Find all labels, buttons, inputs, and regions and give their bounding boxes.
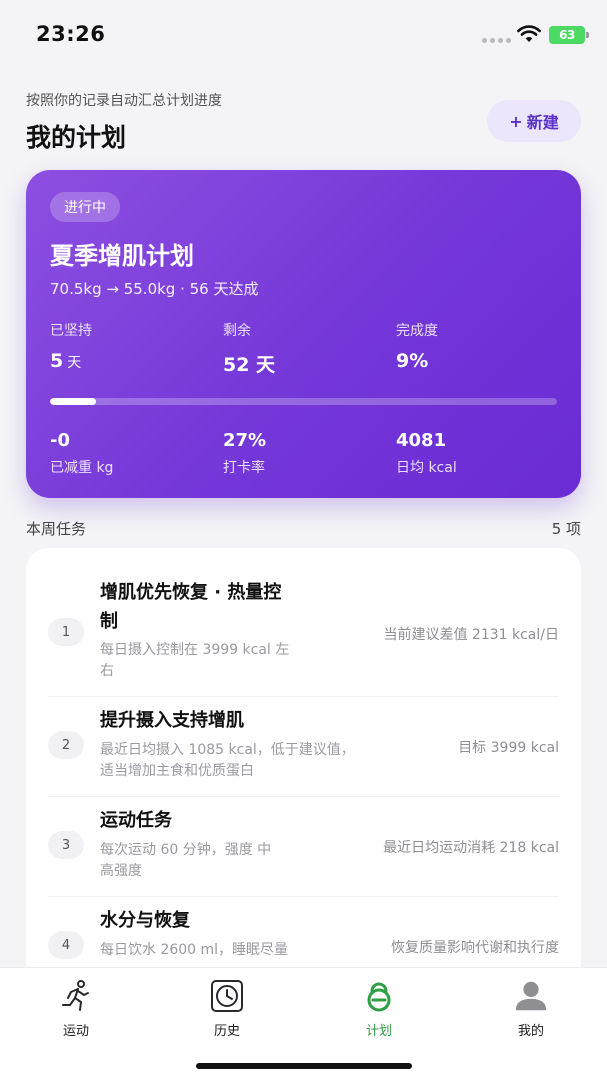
task-description: 每日摄入控制在 3999 kcal 左 右 (100, 642, 290, 679)
battery-level: 63 (559, 28, 575, 42)
page-title: 我的计划 (26, 123, 127, 152)
new-plan-label: 新建 (526, 113, 559, 132)
task-meta: 恢复质量影响代谢和执行度 (391, 940, 559, 956)
task-meta: 当前建议差值 2131 kcal/日 (383, 627, 559, 643)
stat-remaining: 剩余 52 天 (223, 320, 275, 377)
task-number: 3 (48, 831, 84, 859)
running-icon (58, 978, 94, 1014)
tab-label: 计划 (365, 1024, 392, 1039)
metric-value: -0 (50, 430, 70, 451)
metric-value: 27% (223, 430, 267, 451)
task-number: 4 (48, 931, 84, 959)
clock-icon (209, 978, 245, 1014)
task-description: 最近日均摄入 1085 kcal，低于建议值， 适当增加主食和优质蛋白 (100, 742, 355, 779)
status-time: 23:26 (36, 22, 106, 46)
task-description: 每次运动 60 分钟，强度 中 高强度 (100, 842, 272, 879)
metric-checkin-rate: 27% 打卡率 (223, 430, 266, 477)
task-title: 提升摄入支持增肌 (100, 710, 244, 731)
plan-progress-bar (50, 398, 557, 405)
stat-value: 52 天 (223, 354, 276, 376)
person-icon (513, 978, 549, 1014)
weekly-tasks-title: 本周任务 (26, 520, 87, 538)
battery-cap (586, 32, 589, 38)
task-number: 2 (48, 731, 84, 759)
screen: 23:26 63 按照你的记录自动汇总计划进度 我的计划 + 新建 进行中 夏季… (0, 0, 607, 1080)
battery-icon: 63 (549, 26, 585, 44)
tab-plan[interactable]: 计划 (329, 978, 429, 1039)
page-subtitle: 按照你的记录自动汇总计划进度 (26, 93, 222, 109)
metric-daily-kcal: 4081 日均 kcal (396, 430, 457, 477)
metric-value: 4081 (396, 430, 447, 451)
task-number: 1 (48, 618, 84, 646)
plan-title: 夏季增肌计划 (50, 242, 194, 270)
task-title: 水分与恢复 (100, 910, 190, 931)
weekly-tasks-count: 5 项 (551, 520, 581, 538)
tab-profile[interactable]: 我的 (481, 978, 581, 1039)
stat-value: 9% (396, 350, 429, 372)
task-description: 每日饮水 2600 ml，睡眠尽量 (100, 942, 289, 958)
stat-label: 已坚持 (50, 323, 92, 339)
signal-dots-icon (482, 38, 511, 43)
task-meta: 最近日均运动消耗 218 kcal (383, 840, 559, 856)
task-item-1[interactable]: 1 增肌优先恢复 · 热量控 制 每日摄入控制在 3999 kcal 左 右 当… (26, 548, 581, 696)
plan-status-badge: 进行中 (50, 192, 120, 222)
tab-history[interactable]: 历史 (177, 978, 277, 1039)
tab-label: 历史 (213, 1024, 240, 1039)
stat-value: 5天 (50, 350, 82, 372)
task-title: 运动任务 (100, 810, 172, 831)
metric-label: 已减重 kg (50, 460, 114, 476)
task-item-2[interactable]: 2 提升摄入支持增肌 最近日均摄入 1085 kcal，低于建议值， 适当增加主… (26, 697, 581, 797)
metric-label: 日均 kcal (396, 460, 457, 476)
stat-label: 剩余 (223, 323, 251, 339)
stat-persisted: 已坚持 5天 (50, 320, 92, 372)
new-plan-button[interactable]: + 新建 (487, 100, 581, 142)
stat-label: 完成度 (396, 323, 438, 339)
tab-label: 运动 (62, 1024, 89, 1039)
tab-label: 我的 (517, 1024, 544, 1039)
task-list: 1 增肌优先恢复 · 热量控 制 每日摄入控制在 3999 kcal 左 右 当… (26, 548, 581, 988)
plus-icon: + (509, 111, 523, 131)
task-title: 增肌优先恢复 · 热量控 制 (100, 582, 282, 632)
active-plan-card[interactable]: 进行中 夏季增肌计划 70.5kg → 55.0kg · 56 天达成 已坚持 … (26, 170, 581, 498)
task-meta: 目标 3999 kcal (458, 740, 559, 756)
wifi-icon (517, 25, 541, 42)
task-item-3[interactable]: 3 运动任务 每次运动 60 分钟，强度 中 高强度 最近日均运动消耗 218 … (26, 797, 581, 897)
home-indicator (196, 1063, 412, 1069)
metric-label: 打卡率 (223, 460, 265, 476)
plan-summary: 70.5kg → 55.0kg · 56 天达成 (50, 280, 259, 298)
tab-workout[interactable]: 运动 (26, 978, 126, 1039)
status-bar: 23:26 63 (0, 0, 607, 70)
stat-completion: 完成度 9% (396, 320, 438, 372)
metric-weight-lost: -0 已减重 kg (50, 430, 113, 477)
kettlebell-icon (361, 978, 397, 1014)
plan-progress-fill (50, 398, 96, 405)
